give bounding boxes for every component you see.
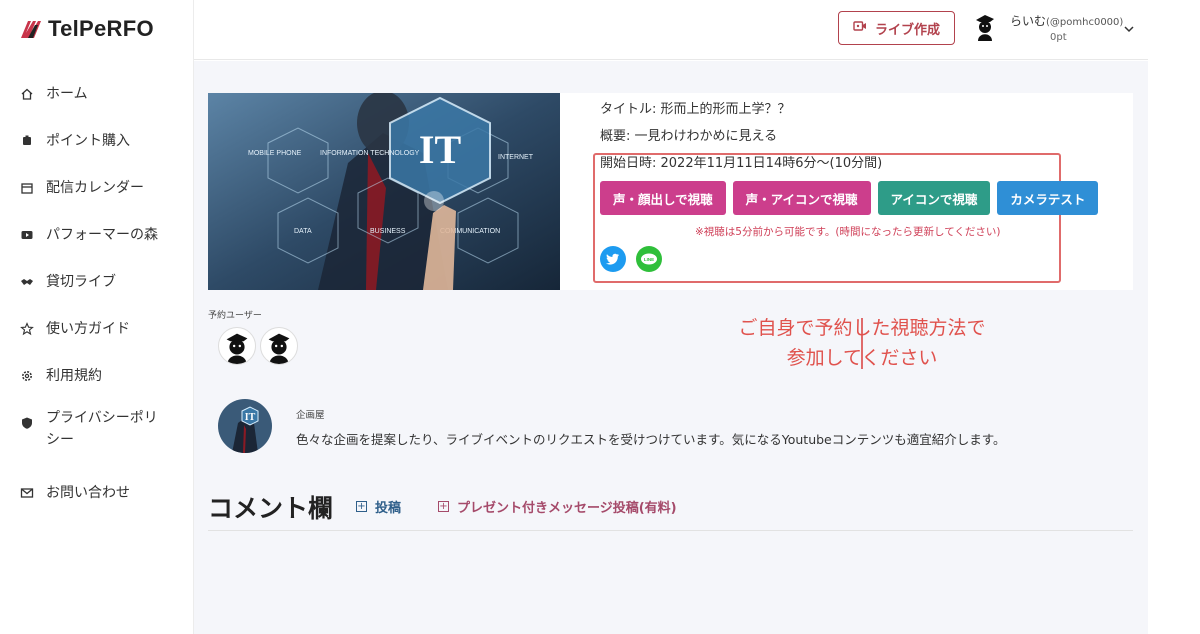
sidebar-item-privacy[interactable]: プライバシーポリシー [0, 399, 194, 469]
chevron-down-icon[interactable] [1124, 22, 1134, 36]
main-content: IT MOBILE PHONE INFORMATION TECHNOLOGY I… [194, 61, 1148, 634]
sidebar-item-label: 利用規約 [46, 367, 102, 384]
gift-message-button[interactable]: + プレゼント付きメッセージ投稿(有料) [438, 497, 677, 516]
logo[interactable]: TelPeRFO [20, 16, 154, 42]
watch-voice-icon-button[interactable]: 声・アイコンで視聴 [732, 181, 871, 215]
home-icon [20, 87, 34, 101]
avatar[interactable] [218, 327, 256, 365]
sidebar-item-label: 貸切ライブ [46, 273, 116, 290]
sidebar-item-private-live[interactable]: 貸切ライブ [0, 258, 194, 305]
right-margin [1148, 0, 1200, 634]
reserved-users-label: 予約ユーザー [208, 311, 262, 321]
handshake-icon [20, 275, 34, 289]
event-card: IT MOBILE PHONE INFORMATION TECHNOLOGY I… [208, 93, 1133, 290]
points-icon [20, 134, 34, 148]
sidebar-item-points[interactable]: ポイント購入 [0, 117, 194, 164]
camera-test-button[interactable]: カメラテスト [997, 181, 1099, 215]
sidebar-item-contact[interactable]: お問い合わせ [0, 469, 194, 516]
user-name: らいむ(@pomhc0000) [1010, 12, 1123, 29]
sidebar-item-calendar[interactable]: 配信カレンダー [0, 164, 194, 211]
event-title: タイトル: 形而上的形而上学？？ [600, 102, 791, 117]
thumbnail-it-text: IT [419, 127, 462, 172]
sidebar-item-home[interactable]: ホーム [0, 70, 194, 117]
sidebar: TelPeRFO ホーム ポイント購入 配信カレンダー パフォーマーの森 貸切ラ… [0, 0, 194, 634]
sidebar-item-guide[interactable]: 使い方ガイド [0, 305, 194, 352]
comments-section: コメント欄 + 投稿 + プレゼント付きメッセージ投稿(有料) [208, 485, 1133, 531]
user-points: 0pt [1050, 32, 1067, 43]
organizer-name: 企画屋 [296, 410, 325, 421]
organizer-block: IT 企画屋 色々な企画を提案したり、ライブイベントのリクエストを受けつけていま… [218, 399, 1118, 455]
annotation-highlight-box [593, 153, 1061, 283]
sidebar-item-label: 配信カレンダー [46, 179, 144, 196]
plus-square-icon: + [356, 501, 367, 512]
user-handle: (@pomhc0000) [1046, 17, 1124, 28]
annotation-text: ご自身で予約した視聴方法で 参加してください [712, 313, 1012, 373]
watch-icon-button[interactable]: アイコンで視聴 [877, 181, 991, 215]
sidebar-item-label: パフォーマーの森 [46, 226, 158, 243]
organizer-avatar[interactable]: IT [218, 399, 272, 453]
video-icon [20, 228, 34, 242]
share-buttons: LINE [600, 246, 662, 272]
annotation-line2: 参加してください [786, 347, 938, 369]
app-root: TelPeRFO ホーム ポイント購入 配信カレンダー パフォーマーの森 貸切ラ… [0, 0, 1200, 634]
plus-square-icon: + [438, 501, 449, 512]
mail-icon [20, 486, 34, 500]
gift-message-label: プレゼント付きメッセージ投稿(有料) [457, 501, 677, 516]
avatar [972, 12, 998, 42]
shield-icon [20, 416, 34, 430]
thumbnail-info-text: INFORMATION TECHNOLOGY [320, 150, 420, 157]
sidebar-item-performers[interactable]: パフォーマーの森 [0, 211, 194, 258]
thumbnail-data-text: DATA [294, 228, 312, 235]
svg-text:LINE: LINE [644, 257, 654, 262]
organizer-avatar-it: IT [245, 412, 256, 423]
watch-notice: ※視聴は5分前から可能です。(時間になったら更新してください) [695, 226, 1001, 238]
reserved-users-list [218, 327, 298, 365]
comments-heading: コメント欄 [208, 494, 334, 523]
avatar[interactable] [260, 327, 298, 365]
thumbnail-business-text: BUSINESS [370, 228, 406, 235]
create-live-label: ライブ作成 [874, 22, 940, 38]
event-thumbnail: IT MOBILE PHONE INFORMATION TECHNOLOGY I… [208, 93, 560, 290]
logo-text: TelPeRFO [48, 16, 154, 41]
gear-icon [20, 369, 34, 383]
post-comment-button[interactable]: + 投稿 [356, 497, 401, 516]
line-icon[interactable]: LINE [636, 246, 662, 272]
sidebar-item-terms[interactable]: 利用規約 [0, 352, 194, 399]
sidebar-item-label: お問い合わせ [46, 484, 130, 501]
sidebar-nav: ホーム ポイント購入 配信カレンダー パフォーマーの森 貸切ライブ 使い方ガイド… [0, 70, 194, 516]
star-icon [20, 321, 34, 336]
post-comment-label: 投稿 [375, 501, 402, 516]
sidebar-item-label: 使い方ガイド [46, 320, 130, 337]
watch-voice-face-button[interactable]: 声・顔出しで視聴 [600, 181, 726, 215]
logo-mark-icon [20, 19, 46, 39]
top-header: ライブ作成 らいむ(@pomhc0000) 0pt [194, 0, 1148, 60]
calendar-icon [20, 181, 34, 195]
user-display-name: らいむ [1010, 14, 1047, 28]
user-menu[interactable]: らいむ(@pomhc0000) 0pt [972, 10, 1142, 50]
camera-icon [853, 20, 867, 36]
thumbnail-mobile-text: MOBILE PHONE [248, 150, 302, 157]
sidebar-item-label: ホーム [46, 85, 88, 102]
twitter-icon[interactable] [600, 246, 626, 272]
organizer-description: 色々な企画を提案したり、ライブイベントのリクエストを受けつけています。気になるY… [296, 432, 1006, 447]
thumbnail-internet-text: INTERNET [498, 154, 534, 161]
sidebar-item-label: ポイント購入 [46, 132, 130, 149]
event-summary: 概要: 一見わけわかめに見える [600, 129, 778, 144]
watch-button-group: 声・顔出しで視聴 声・アイコンで視聴 アイコンで視聴 カメラテスト [600, 181, 1099, 215]
create-live-button[interactable]: ライブ作成 [838, 11, 955, 45]
annotation-line1: ご自身で予約した視聴方法で [738, 317, 986, 339]
sidebar-item-label: プライバシーポリシー [46, 410, 158, 448]
